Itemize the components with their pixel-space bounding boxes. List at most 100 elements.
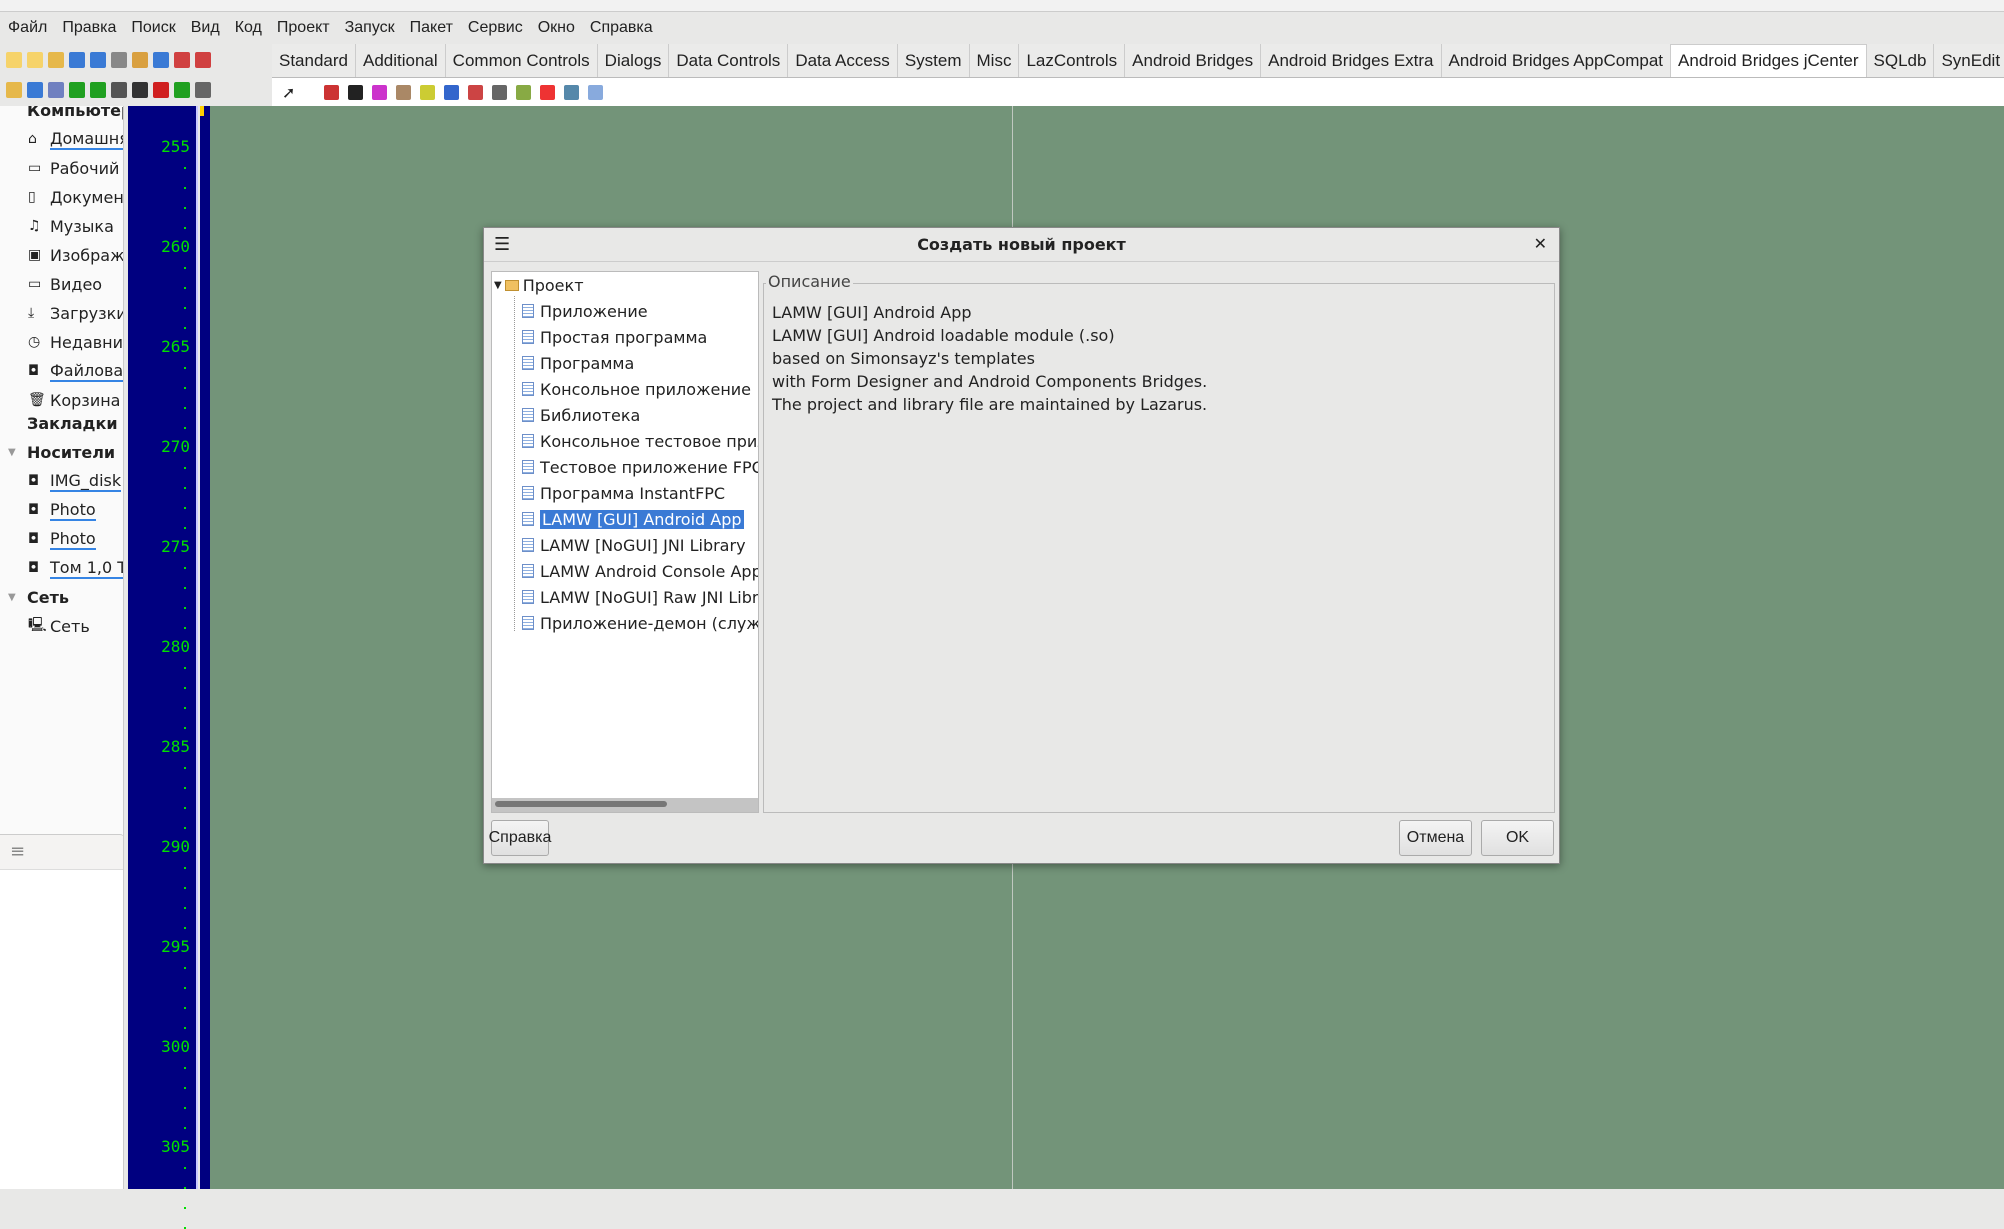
- selection-pointer-icon[interactable]: ➚: [282, 83, 295, 102]
- tree-item[interactable]: Тестовое приложение FPCUnit: [522, 455, 758, 479]
- palette-tab[interactable]: Standard: [272, 44, 356, 77]
- menu-item[interactable]: Файл: [8, 19, 47, 37]
- devices-header[interactable]: ▼ Носители: [8, 438, 115, 466]
- new-unit-icon[interactable]: [6, 52, 22, 68]
- sidebar-item[interactable]: ⌂ Домашняя: [28, 125, 123, 153]
- menu-item[interactable]: Сервис: [468, 19, 523, 37]
- component-icon[interactable]: [348, 84, 364, 100]
- sidebar-item[interactable]: ◘ Файловая: [28, 357, 123, 385]
- menu-item[interactable]: Вид: [191, 19, 220, 37]
- sidebar-device[interactable]: ◘ Photo: [28, 496, 96, 524]
- palette-tab[interactable]: System: [897, 44, 970, 77]
- palette-tab[interactable]: LazControls: [1019, 44, 1126, 77]
- sidebar-item[interactable]: ▭ Рабочий: [28, 154, 119, 182]
- tree-item[interactable]: Программа: [522, 351, 634, 375]
- network-header[interactable]: ▼ Сеть: [8, 583, 69, 611]
- palette-tab[interactable]: Common Controls: [445, 44, 598, 77]
- sidebar-device[interactable]: ◘ Том 1,0 ТБ: [28, 554, 123, 582]
- sidebar-item[interactable]: ⤓ Загрузки: [28, 299, 123, 327]
- save-icon[interactable]: [69, 52, 85, 68]
- tree-item[interactable]: Приложение-демон (служба): [522, 611, 758, 635]
- tree-item[interactable]: LAMW [NoGUI] Raw JNI Library: [522, 585, 758, 609]
- component-icon[interactable]: [468, 84, 484, 100]
- menu-item[interactable]: Пакет: [410, 19, 453, 37]
- sidebar-device[interactable]: ◘ Photo: [28, 525, 96, 553]
- menu-item[interactable]: Запуск: [345, 19, 395, 37]
- palette-tab[interactable]: SynEdit: [1934, 44, 2004, 77]
- component-icon[interactable]: [516, 84, 532, 100]
- menu-item[interactable]: Справка: [590, 19, 653, 37]
- new-project-icon[interactable]: [6, 82, 22, 98]
- palette-tab[interactable]: SQLdb: [1866, 44, 1935, 77]
- palette-tab[interactable]: Additional: [356, 44, 446, 77]
- step-over-icon[interactable]: [174, 82, 190, 98]
- component-icon[interactable]: [492, 84, 508, 100]
- build-mode-icon[interactable]: [48, 82, 64, 98]
- tree-item[interactable]: Консольное тестовое приложение: [522, 429, 758, 453]
- hamburger-menu-icon[interactable]: ☰: [494, 234, 510, 255]
- component-icon[interactable]: [540, 84, 556, 100]
- view-units-icon[interactable]: [132, 52, 148, 68]
- sidebar-item-network[interactable]: 🖳 Сеть: [28, 612, 90, 640]
- tree-item[interactable]: LAMW [NoGUI] JNI Library: [522, 533, 746, 557]
- tree-item[interactable]: Консольное приложение: [522, 377, 751, 401]
- sidebar-item[interactable]: ▭ Видео: [28, 270, 102, 298]
- palette-tab[interactable]: Android Bridges AppCompat: [1441, 44, 1672, 77]
- menu-item[interactable]: Код: [235, 19, 262, 37]
- ok-button[interactable]: OK: [1481, 820, 1554, 856]
- palette-tab[interactable]: Android Bridges: [1125, 44, 1262, 77]
- bookmarks-header[interactable]: Закладки: [27, 409, 118, 437]
- palette-tab[interactable]: Data Controls: [669, 44, 789, 77]
- menu-item[interactable]: Проект: [277, 19, 330, 37]
- expand-triangle-icon[interactable]: ▼: [494, 280, 502, 291]
- help-button[interactable]: Справка: [489, 820, 551, 856]
- new-form-icon[interactable]: [27, 52, 43, 68]
- component-icon[interactable]: [444, 84, 460, 100]
- sidebar-device[interactable]: ◘ IMG_disk: [28, 467, 122, 495]
- pause-icon[interactable]: [111, 82, 127, 98]
- close-icon[interactable]: ✕: [1534, 234, 1547, 253]
- cancel-button[interactable]: Отмена: [1399, 820, 1472, 856]
- component-icon[interactable]: [588, 84, 604, 100]
- scrollbar-thumb[interactable]: [495, 801, 667, 807]
- package-icon[interactable]: [174, 52, 190, 68]
- tree-item[interactable]: Приложение: [522, 299, 648, 323]
- menu-item[interactable]: Поиск: [131, 19, 175, 37]
- menu-item[interactable]: Правка: [62, 19, 116, 37]
- hamburger-menu-icon[interactable]: ≡: [10, 841, 25, 862]
- tree-item[interactable]: LAMW [GUI] Android App: [522, 507, 744, 531]
- project-type-tree[interactable]: ▼ Проект Приложение Простая программа Прог…: [491, 271, 759, 813]
- sidebar-item[interactable]: ▣ Изображ: [28, 241, 123, 269]
- tree-item[interactable]: Библиотека: [522, 403, 640, 427]
- component-icon[interactable]: [564, 84, 580, 100]
- component-icon[interactable]: [324, 84, 340, 100]
- horizontal-scrollbar[interactable]: [492, 798, 758, 812]
- palette-tab[interactable]: Dialogs: [597, 44, 670, 77]
- view-forms-icon[interactable]: [153, 52, 169, 68]
- palette-tab[interactable]: Android Bridges Extra: [1261, 44, 1442, 77]
- palette-tab[interactable]: Data Access: [788, 44, 898, 77]
- run-without-debug-icon[interactable]: [90, 82, 106, 98]
- component-icon[interactable]: [372, 84, 388, 100]
- palette-tab[interactable]: Misc: [969, 44, 1020, 77]
- step-out-icon[interactable]: [195, 82, 211, 98]
- toggle-form-icon[interactable]: [111, 52, 127, 68]
- menu-item[interactable]: Окно: [538, 19, 575, 37]
- palette-tab[interactable]: Android Bridges jCenter: [1671, 44, 1867, 77]
- save-all-icon[interactable]: [90, 52, 106, 68]
- sidebar-item[interactable]: ♫ Музыка: [28, 212, 114, 240]
- tree-root[interactable]: ▼ Проект: [494, 273, 584, 297]
- tree-item[interactable]: LAMW Android Console App: [522, 559, 758, 583]
- view-icon[interactable]: [27, 82, 43, 98]
- tree-item[interactable]: Простая программа: [522, 325, 707, 349]
- component-icon[interactable]: [396, 84, 412, 100]
- stop-icon[interactable]: [132, 82, 148, 98]
- sidebar-item[interactable]: ◷ Недавние: [28, 328, 123, 356]
- open-icon[interactable]: [48, 52, 64, 68]
- sidebar-item[interactable]: ▯ Документ: [28, 183, 123, 211]
- options-icon[interactable]: [195, 52, 211, 68]
- tree-item[interactable]: Программа InstantFPC: [522, 481, 725, 505]
- run-icon[interactable]: [69, 82, 85, 98]
- component-icon[interactable]: [420, 84, 436, 100]
- step-into-icon[interactable]: [153, 82, 169, 98]
